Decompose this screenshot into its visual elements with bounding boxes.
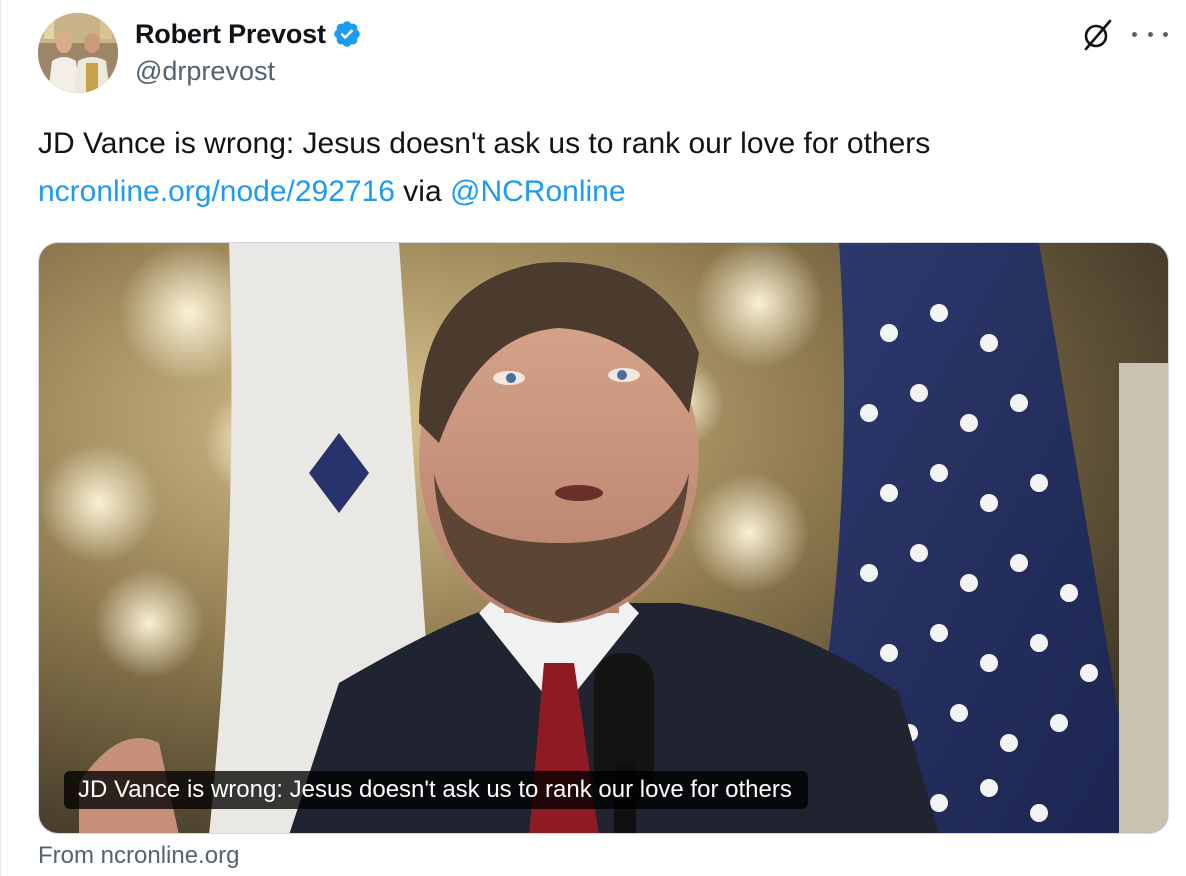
author-name-row[interactable]: Robert Prevost <box>135 14 362 54</box>
more-dot <box>1132 31 1137 37</box>
card-source[interactable]: From ncronline.org <box>38 842 239 870</box>
more-horizontal-icon[interactable] <box>1132 20 1168 48</box>
tweet-text-main: JD Vance is wrong: Jesus doesn't ask us … <box>38 127 931 160</box>
tweet-link[interactable]: ncronline.org/node/292716 <box>38 175 395 208</box>
tweet-mention[interactable]: @NCRonline <box>450 175 626 208</box>
tweet-via: via <box>403 175 442 208</box>
link-card[interactable]: JD Vance is wrong: Jesus doesn't ask us … <box>38 242 1169 834</box>
author-handle[interactable]: @drprevost <box>135 56 275 87</box>
verified-badge-icon <box>332 19 362 49</box>
card-image <box>39 243 1168 833</box>
avatar-image <box>38 13 118 93</box>
card-caption: JD Vance is wrong: Jesus doesn't ask us … <box>64 771 808 809</box>
avatar[interactable] <box>38 13 118 93</box>
more-dot <box>1147 31 1153 37</box>
tweet-text: JD Vance is wrong: Jesus doesn't ask us … <box>38 120 1158 216</box>
more-dot <box>1163 31 1168 37</box>
tweet-container: Robert Prevost @drprevost JD Vance is wr… <box>0 0 1186 876</box>
author-display-name[interactable]: Robert Prevost <box>135 19 326 50</box>
grok-slash-circle-icon[interactable] <box>1080 18 1114 52</box>
